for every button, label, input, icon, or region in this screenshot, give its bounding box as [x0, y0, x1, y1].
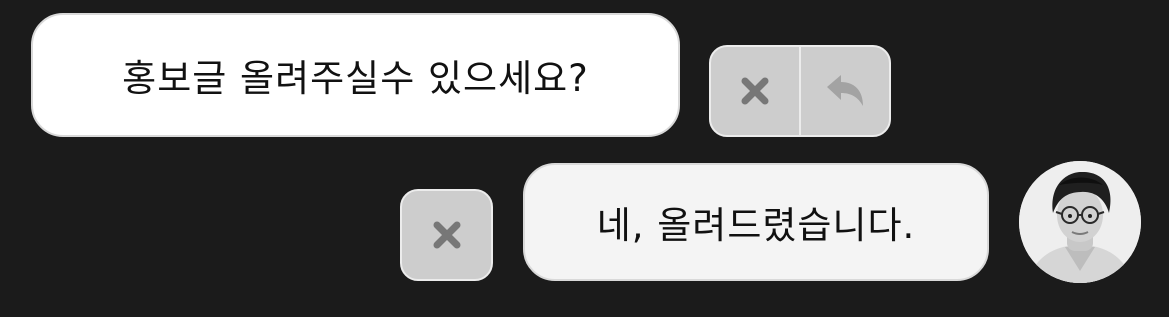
incoming-message-bubble[interactable]: 홍보글 올려주실수 있으세요?: [31, 13, 680, 137]
incoming-message-actions: [709, 45, 891, 137]
outgoing-message-text: 네, 올려드렸습니다.: [596, 204, 916, 247]
reply-icon: [824, 72, 866, 110]
outgoing-message-actions: [400, 189, 493, 281]
incoming-message-text: 홍보글 올려주실수 있으세요?: [122, 57, 589, 100]
close-icon: [740, 76, 770, 106]
close-icon: [432, 220, 462, 250]
dismiss-button[interactable]: [402, 191, 491, 279]
dismiss-button[interactable]: [711, 47, 799, 135]
outgoing-message-bubble[interactable]: 네, 올려드렸습니다.: [523, 163, 989, 281]
reply-button[interactable]: [799, 47, 889, 135]
avatar-photo: [1019, 161, 1141, 283]
avatar[interactable]: [1019, 161, 1141, 283]
